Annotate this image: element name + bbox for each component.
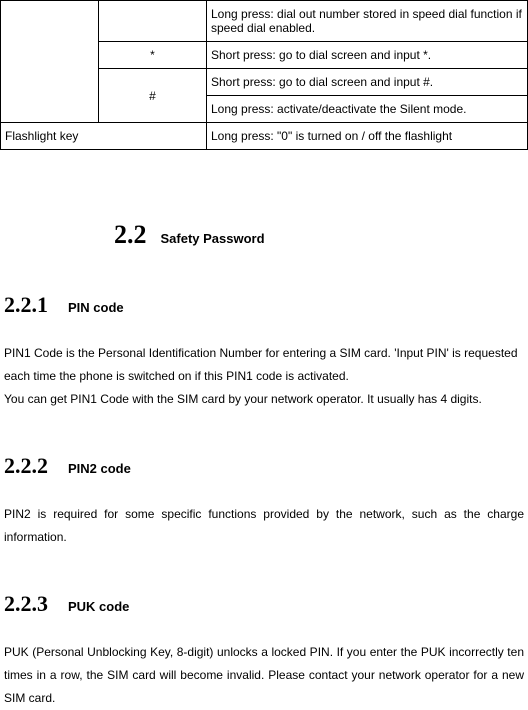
table-cell-desc: Long press: "0" is turned on / off the f… bbox=[207, 123, 528, 150]
paragraph: PIN1 Code is the Personal Identification… bbox=[0, 342, 528, 411]
paragraph: PIN2 is required for some specific funct… bbox=[0, 503, 528, 549]
table-cell-blank bbox=[1, 1, 99, 123]
table-cell-key bbox=[99, 1, 207, 42]
table-cell-key: Flashlight key bbox=[1, 123, 207, 150]
subsection-title: PUK code bbox=[68, 599, 129, 614]
subsection-title: PIN2 code bbox=[68, 461, 131, 476]
section-number: 2.2 bbox=[114, 220, 147, 250]
section-title: Safety Password bbox=[161, 231, 265, 246]
subsection-number: 2.2.2 bbox=[4, 453, 48, 479]
key-function-table: Long press: dial out number stored in sp… bbox=[0, 0, 528, 150]
table-cell-desc: Long press: dial out number stored in sp… bbox=[207, 1, 528, 42]
subsection-number: 2.2.1 bbox=[4, 292, 48, 318]
table-cell-key: # bbox=[99, 69, 207, 123]
table-row: Flashlight key Long press: "0" is turned… bbox=[1, 123, 528, 150]
subsection-heading: 2.2.3 PUK code bbox=[0, 591, 528, 617]
table-cell-desc: Short press: go to dial screen and input… bbox=[207, 42, 528, 69]
table-cell-desc: Short press: go to dial screen and input… bbox=[207, 69, 528, 96]
section-heading: 2.2 Safety Password bbox=[0, 220, 528, 250]
subsection-heading: 2.2.1 PIN code bbox=[0, 292, 528, 318]
subsection-title: PIN code bbox=[68, 300, 124, 315]
subsection-heading: 2.2.2 PIN2 code bbox=[0, 453, 528, 479]
table-row: Long press: dial out number stored in sp… bbox=[1, 1, 528, 42]
paragraph: PUK (Personal Unblocking Key, 8-digit) u… bbox=[0, 641, 528, 710]
subsection-number: 2.2.3 bbox=[4, 591, 48, 617]
table-cell-desc: Long press: activate/deactivate the Sile… bbox=[207, 96, 528, 123]
table-cell-key: * bbox=[99, 42, 207, 69]
